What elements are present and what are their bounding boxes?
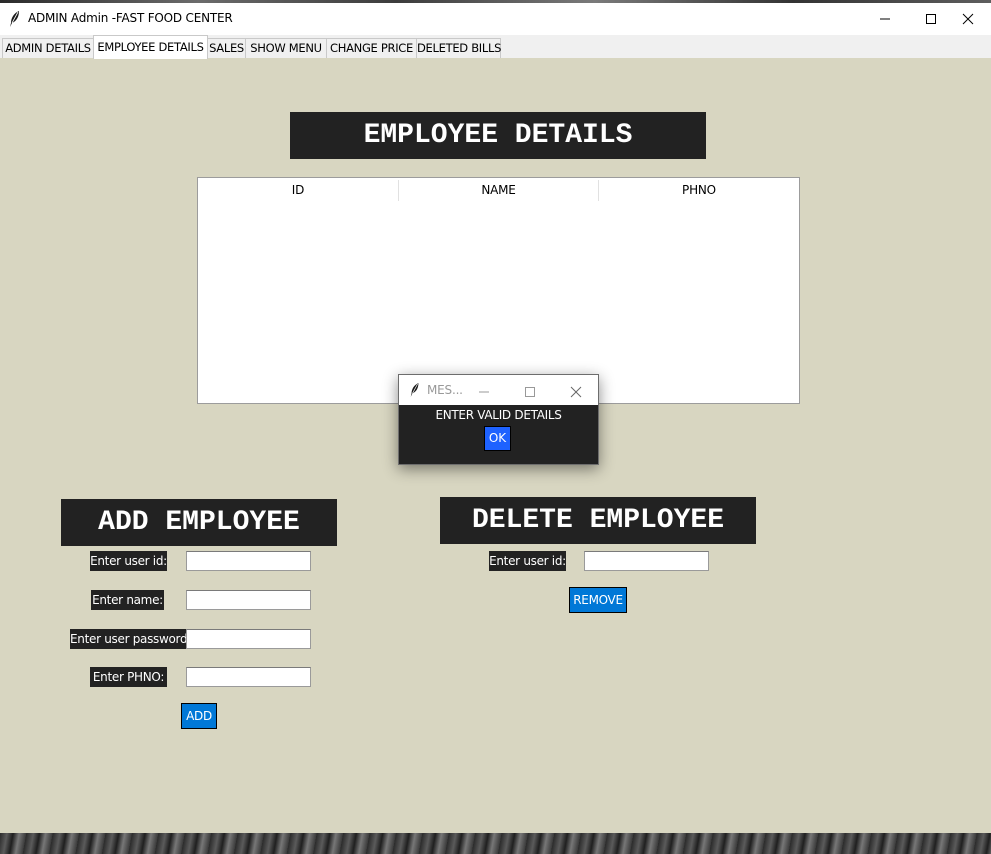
feather-icon: [8, 10, 22, 28]
tab-admin-details[interactable]: ADMIN DETAILS: [2, 38, 94, 58]
title-bar: ADMIN Admin -FAST FOOD CENTER: [0, 3, 991, 35]
message-dialog: MES... ENTER VALID DETAILS OK: [398, 374, 599, 465]
minimize-icon: [479, 391, 489, 393]
add-password-label: Enter user password:: [70, 629, 191, 649]
add-user-id-label: Enter user id:: [90, 551, 167, 571]
table-header-id[interactable]: ID: [198, 178, 398, 202]
table-header-name[interactable]: NAME: [399, 178, 598, 202]
remove-button[interactable]: REMOVE: [569, 587, 627, 613]
add-phno-label: Enter PHNO:: [90, 667, 167, 687]
table-header-phno[interactable]: PHNO: [599, 178, 799, 202]
feather-icon: [409, 382, 421, 402]
minimize-icon: [880, 18, 890, 20]
add-password-input[interactable]: [186, 629, 311, 649]
tab-employee-details[interactable]: EMPLOYEE DETAILS: [93, 35, 208, 59]
ok-button[interactable]: OK: [484, 426, 511, 451]
add-button[interactable]: ADD: [181, 703, 217, 729]
dialog-minimize-button[interactable]: [478, 383, 490, 402]
dialog-title: MES...: [427, 383, 463, 397]
delete-user-id-input[interactable]: [584, 551, 709, 571]
add-phno-input[interactable]: [186, 667, 311, 687]
add-name-label: Enter name:: [91, 590, 164, 610]
maximize-icon: [525, 387, 535, 397]
employee-table[interactable]: ID NAME PHNO: [197, 177, 800, 404]
tab-deleted-bills[interactable]: DELETED BILLS: [416, 38, 501, 58]
add-user-id-input[interactable]: [186, 551, 311, 571]
tab-show-menu[interactable]: SHOW MENU: [245, 38, 327, 58]
add-employee-heading: ADD EMPLOYEE: [61, 499, 337, 546]
dialog-maximize-button[interactable]: [524, 383, 536, 402]
dialog-message: ENTER VALID DETAILS: [435, 408, 562, 422]
close-icon: [962, 13, 974, 25]
delete-employee-heading: DELETE EMPLOYEE: [440, 497, 756, 544]
dialog-close-button[interactable]: [570, 383, 582, 402]
app-window: ADMIN Admin -FAST FOOD CENTER ADMIN DETA…: [0, 3, 991, 834]
dialog-title-bar: MES...: [399, 375, 598, 405]
minimize-button[interactable]: [862, 3, 908, 35]
delete-user-id-label: Enter user id:: [489, 551, 566, 571]
page-title: EMPLOYEE DETAILS: [290, 112, 706, 159]
add-name-input[interactable]: [186, 590, 311, 610]
window-title: ADMIN Admin -FAST FOOD CENTER: [28, 11, 233, 25]
close-button[interactable]: [945, 3, 991, 35]
close-icon: [570, 386, 582, 398]
tab-sales[interactable]: SALES: [207, 38, 246, 58]
maximize-icon: [926, 14, 936, 24]
tab-change-price[interactable]: CHANGE PRICE: [326, 38, 417, 58]
tab-bar: ADMIN DETAILS EMPLOYEE DETAILS SALES SHO…: [0, 35, 991, 59]
desktop-background-bottom: [0, 833, 991, 854]
